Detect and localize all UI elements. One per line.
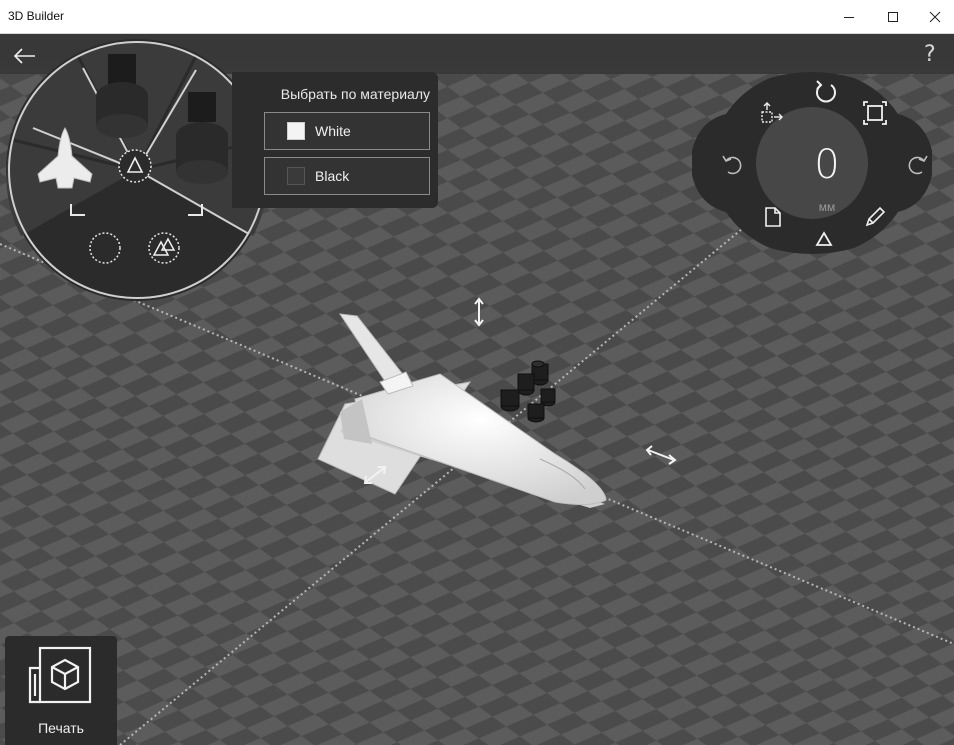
pencil-button[interactable] (864, 206, 886, 228)
material-white-button[interactable]: White (264, 112, 430, 150)
new-document-icon (765, 207, 781, 227)
material-label-white: White (315, 123, 351, 139)
material-panel: Выбрать по материалу White Black (232, 72, 438, 208)
selection-corner-mark (70, 204, 85, 216)
maximize-icon (888, 11, 898, 22)
engine-thumbnail (96, 54, 148, 138)
move-to-floor-button[interactable] (756, 102, 786, 128)
close-button[interactable] (912, 0, 954, 33)
help-button[interactable]: ? (924, 42, 936, 67)
select-object-shuttle[interactable] (30, 126, 100, 198)
title-bar: 3D Builder (0, 0, 954, 34)
engine-thumbnail (176, 92, 228, 184)
triangle-mode-icon (815, 231, 833, 246)
scale-button[interactable] (862, 100, 888, 126)
transform-value[interactable]: 0 (770, 142, 884, 188)
material-black-button[interactable]: Black (264, 157, 430, 195)
rotate-button[interactable] (812, 78, 840, 106)
triangle-mode-button[interactable] (814, 230, 834, 248)
move-to-floor-icon (761, 102, 783, 123)
redo-button[interactable] (906, 152, 930, 176)
maximize-button[interactable] (870, 0, 916, 33)
rotate-icon (816, 80, 836, 103)
selection-mode-button[interactable] (117, 148, 153, 184)
select-none-button[interactable] (87, 230, 123, 266)
undo-icon (722, 155, 742, 175)
material-panel-heading: Выбрать по материалу (280, 86, 430, 102)
selection-corner-mark (188, 204, 203, 216)
3d-viewport[interactable]: ? Выбрать по материалу White Black 0 мм … (0, 34, 954, 745)
select-object-engines-2[interactable] (174, 90, 230, 190)
material-select-icon (148, 232, 180, 264)
minimize-icon (844, 16, 854, 18)
print-button[interactable]: Печать (5, 636, 117, 745)
close-icon (929, 11, 941, 22)
select-object-engines-1[interactable] (94, 52, 150, 142)
redo-icon (908, 155, 928, 175)
minimize-button[interactable] (826, 0, 872, 33)
shuttle-thumbnail (37, 127, 93, 189)
material-swatch-black (287, 167, 305, 185)
material-swatch-white (287, 122, 305, 140)
new-document-button[interactable] (763, 206, 783, 228)
select-by-material-button[interactable] (146, 230, 182, 266)
print-3d-icon (28, 646, 92, 704)
material-label-black: Black (315, 168, 350, 184)
pencil-icon (865, 206, 886, 227)
window-title: 3D Builder (8, 9, 65, 23)
dashed-circle-icon (89, 232, 121, 264)
scale-frame-icon (863, 101, 887, 125)
print-label: Печать (38, 720, 84, 736)
undo-button[interactable] (720, 152, 744, 176)
